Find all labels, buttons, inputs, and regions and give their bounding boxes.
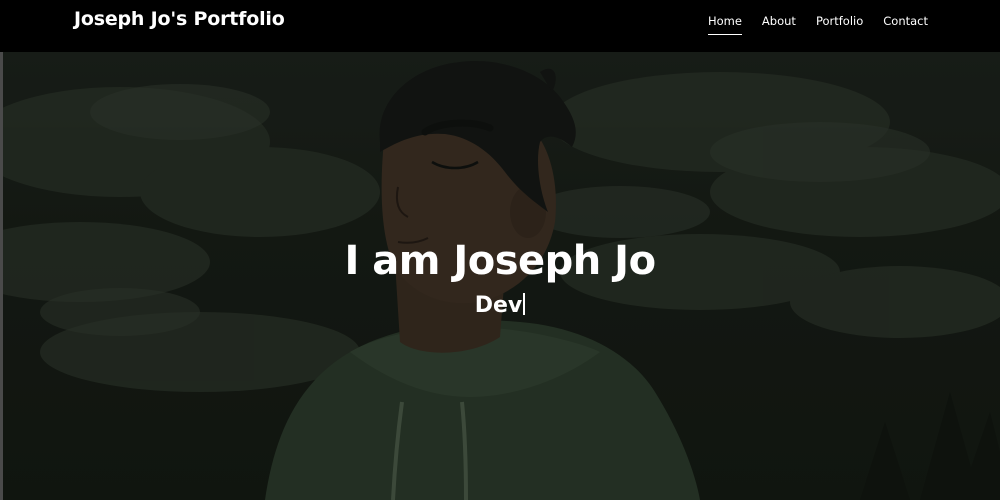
nav-link-contact[interactable]: Contact: [883, 14, 928, 35]
nav-link-about[interactable]: About: [762, 14, 796, 35]
nav-link-portfolio[interactable]: Portfolio: [816, 14, 863, 35]
hero-section: I am Joseph Jo Dev: [0, 52, 1000, 500]
typed-text: Dev: [474, 293, 523, 318]
page: Joseph Jo's Portfolio Home About Portfol…: [0, 0, 1000, 500]
navbar: Joseph Jo's Portfolio Home About Portfol…: [0, 0, 1000, 52]
hero-title: I am Joseph Jo: [344, 238, 656, 284]
typing-cursor: [523, 293, 526, 315]
nav-links: Home About Portfolio Contact: [707, 14, 928, 35]
nav-link-home[interactable]: Home: [707, 14, 742, 35]
hero-typed-subtitle: Dev: [0, 293, 1000, 318]
brand-logo[interactable]: Joseph Jo's Portfolio: [74, 8, 285, 30]
